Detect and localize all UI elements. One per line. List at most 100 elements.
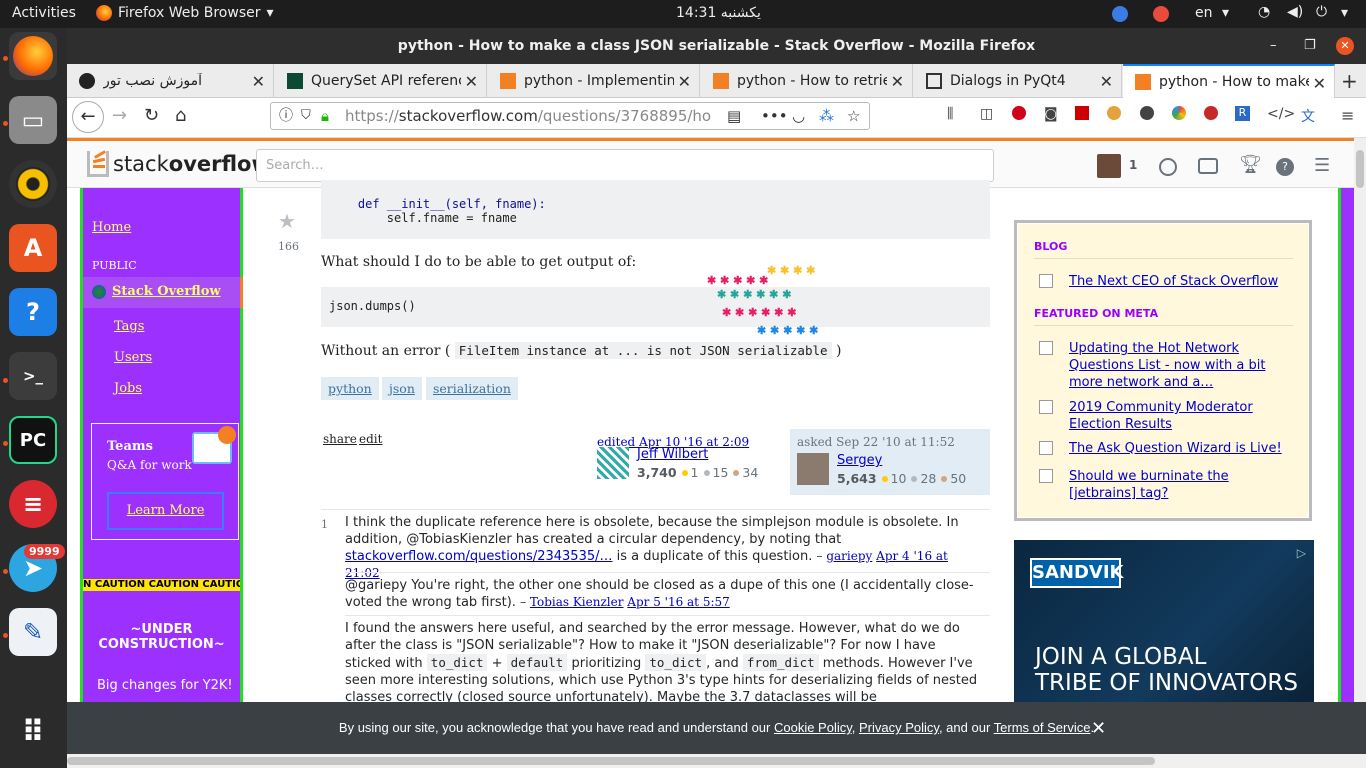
back-button[interactable]: ← bbox=[72, 101, 104, 133]
tab-2[interactable]: QuerySet API reference ✕ bbox=[275, 64, 487, 98]
app-menu[interactable]: Firefox Web Browser ▾ bbox=[96, 5, 274, 21]
chrome-icon[interactable] bbox=[1172, 106, 1186, 120]
favorite-star-icon[interactable]: ★ bbox=[278, 209, 296, 233]
blog-item-1[interactable]: The Next CEO of Stack Overflow bbox=[1069, 273, 1289, 290]
edit-link[interactable]: edit bbox=[359, 432, 382, 446]
info-icon[interactable]: ⓘ bbox=[279, 103, 293, 129]
nav-stack-overflow-row[interactable]: Stack Overflow bbox=[83, 277, 243, 308]
nav-tags[interactable]: Tags bbox=[114, 319, 144, 334]
sandvik-advertisement[interactable]: SANDVIK ▷ JOIN A GLOBAL TRIBE OF INNOVATO… bbox=[1014, 540, 1314, 702]
site-switcher-icon[interactable]: ☰ bbox=[1314, 155, 1330, 176]
horizontal-scrollbar[interactable] bbox=[67, 754, 1366, 768]
meta-item-1[interactable]: Updating the Hot Network Questions List … bbox=[1069, 340, 1289, 391]
minimize-button[interactable]: – bbox=[1270, 28, 1277, 64]
lock-icon[interactable]: 🔒︎ bbox=[321, 103, 329, 129]
show-applications-button[interactable]: ⠿ bbox=[9, 708, 57, 756]
cookie-policy-link[interactable]: Cookie Policy bbox=[774, 720, 852, 735]
reload-button[interactable]: ↻ bbox=[144, 105, 159, 126]
alarm-clock-icon[interactable] bbox=[1153, 6, 1169, 22]
close-icon[interactable]: ✕ bbox=[1091, 702, 1106, 754]
help-icon[interactable]: ? bbox=[1276, 158, 1294, 176]
sidebar-icon[interactable]: ◫ bbox=[980, 106, 993, 122]
comment-date[interactable]: Apr 5 '16 at 5:57 bbox=[627, 595, 729, 609]
extension-r-icon[interactable]: R bbox=[1235, 106, 1250, 121]
bookmark-star-icon[interactable]: ☆ bbox=[847, 103, 860, 129]
recent-activity-icon[interactable] bbox=[1159, 158, 1177, 176]
ad-choices-icon[interactable]: ▷ bbox=[1297, 546, 1306, 560]
library-icon[interactable]: ⫼ bbox=[947, 106, 953, 122]
maximize-button[interactable]: ❐ bbox=[1304, 28, 1316, 64]
menu-hamburger-icon[interactable]: ≡ bbox=[1341, 106, 1354, 125]
achievements-icon[interactable]: 🏆︎ bbox=[1239, 154, 1262, 175]
volume-icon[interactable]: ◀) bbox=[1287, 4, 1303, 20]
close-window-button[interactable]: ✕ bbox=[1336, 37, 1354, 55]
search-input[interactable]: Search… bbox=[256, 149, 994, 182]
shield-icon[interactable]: ⛉ bbox=[301, 103, 311, 129]
comment-link[interactable]: stackoverflow.com/questions/2343535/… bbox=[345, 549, 613, 564]
files-launcher[interactable]: ▭ bbox=[9, 96, 57, 144]
page-actions-icon[interactable]: ••• bbox=[761, 103, 788, 129]
url-bar[interactable]: ⓘ ⛉ 🔒︎ https://stackoverflow.com/questio… bbox=[270, 102, 870, 130]
asker-name[interactable]: Sergey bbox=[837, 453, 882, 468]
terminal-launcher[interactable]: >_ bbox=[9, 352, 57, 400]
developer-icon[interactable]: </> bbox=[1267, 106, 1295, 122]
power-icon[interactable]: ⏻ bbox=[1316, 4, 1327, 20]
new-tab-button[interactable]: + bbox=[1341, 69, 1358, 93]
chrome-tray-icon[interactable] bbox=[1112, 6, 1128, 22]
tab-5[interactable]: Dialogs in PyQt4 ✕ bbox=[914, 64, 1122, 98]
terms-of-service-link[interactable]: Terms of Service bbox=[994, 720, 1091, 735]
wordpress-icon[interactable] bbox=[1140, 106, 1154, 120]
share-link[interactable]: share bbox=[323, 432, 357, 446]
extension-box-icon[interactable]: ◙ bbox=[1044, 106, 1058, 122]
meta-item-4[interactable]: Should we burninate the [jetbrains] tag? bbox=[1069, 468, 1289, 502]
forward-button[interactable]: → bbox=[112, 105, 127, 126]
pocket-icon[interactable]: ◡ bbox=[792, 103, 805, 129]
close-tab-icon[interactable]: ✕ bbox=[1100, 72, 1113, 91]
vertical-scrollbar[interactable] bbox=[1354, 138, 1366, 754]
help-launcher[interactable]: ? bbox=[9, 288, 57, 336]
nav-home[interactable]: Home bbox=[92, 220, 131, 235]
scrollbar-thumb[interactable] bbox=[1356, 150, 1364, 188]
learn-more-button[interactable]: Learn More bbox=[107, 492, 224, 530]
reader-view-icon[interactable]: ▤ bbox=[723, 103, 742, 129]
app-launcher-red[interactable]: ≡ bbox=[9, 480, 57, 528]
pycharm-launcher[interactable]: PC bbox=[9, 416, 57, 464]
tag-json[interactable]: json bbox=[382, 377, 422, 400]
avatar[interactable] bbox=[1097, 154, 1121, 178]
home-button[interactable]: ⌂ bbox=[175, 105, 186, 126]
editor-avatar[interactable] bbox=[597, 447, 629, 479]
comment-author[interactable]: Tobias Kienzler bbox=[530, 595, 624, 609]
rhythmbox-launcher[interactable] bbox=[9, 160, 57, 208]
extension-red-square-icon[interactable] bbox=[1075, 106, 1089, 120]
extension-icon[interactable]: ⁂ bbox=[819, 103, 834, 129]
extension-defa-icon[interactable] bbox=[1107, 106, 1121, 120]
close-tab-icon[interactable]: ✕ bbox=[678, 72, 691, 91]
scrollbar-thumb[interactable] bbox=[67, 757, 1155, 765]
tag-serialization[interactable]: serialization bbox=[426, 377, 518, 400]
close-tab-icon[interactable]: ✕ bbox=[891, 72, 904, 91]
editor-name[interactable]: Jeff Wilbert bbox=[637, 447, 708, 462]
translate-icon[interactable]: 文 bbox=[1301, 106, 1315, 126]
tab-6-active[interactable]: python - How to make a✕ bbox=[1123, 64, 1335, 98]
meta-item-3[interactable]: The Ask Question Wizard is Live! bbox=[1069, 440, 1289, 457]
keyboard-language[interactable]: en bbox=[1195, 5, 1213, 21]
activities-button[interactable]: Activities bbox=[12, 5, 76, 21]
tag-python[interactable]: python bbox=[321, 377, 379, 400]
text-editor-launcher[interactable]: ✎ bbox=[9, 608, 57, 656]
so-logo[interactable]: stack overflow bbox=[87, 150, 271, 177]
close-tab-icon[interactable]: ✕ bbox=[252, 72, 265, 91]
asker-avatar[interactable] bbox=[797, 453, 829, 485]
nav-stack-overflow[interactable]: Stack Overflow bbox=[112, 284, 221, 299]
nav-users[interactable]: Users bbox=[114, 350, 152, 365]
wifi-icon[interactable]: ◔ bbox=[1258, 4, 1270, 20]
tab-1[interactable]: آموزش نصب تور ✕ bbox=[67, 64, 274, 98]
close-tab-icon[interactable]: ✕ bbox=[465, 72, 478, 91]
privacy-policy-link[interactable]: Privacy Policy bbox=[859, 720, 939, 735]
extension-red-icon[interactable] bbox=[1012, 106, 1026, 120]
clock[interactable]: 14:31 یکشنبه bbox=[676, 5, 761, 21]
comment-author[interactable]: gariepy bbox=[826, 549, 872, 563]
inbox-icon[interactable] bbox=[1198, 158, 1218, 174]
tab-3[interactable]: python - Implementing ✕ bbox=[488, 64, 700, 98]
close-tab-icon[interactable]: ✕ bbox=[1313, 74, 1326, 93]
nav-jobs[interactable]: Jobs bbox=[114, 381, 142, 396]
